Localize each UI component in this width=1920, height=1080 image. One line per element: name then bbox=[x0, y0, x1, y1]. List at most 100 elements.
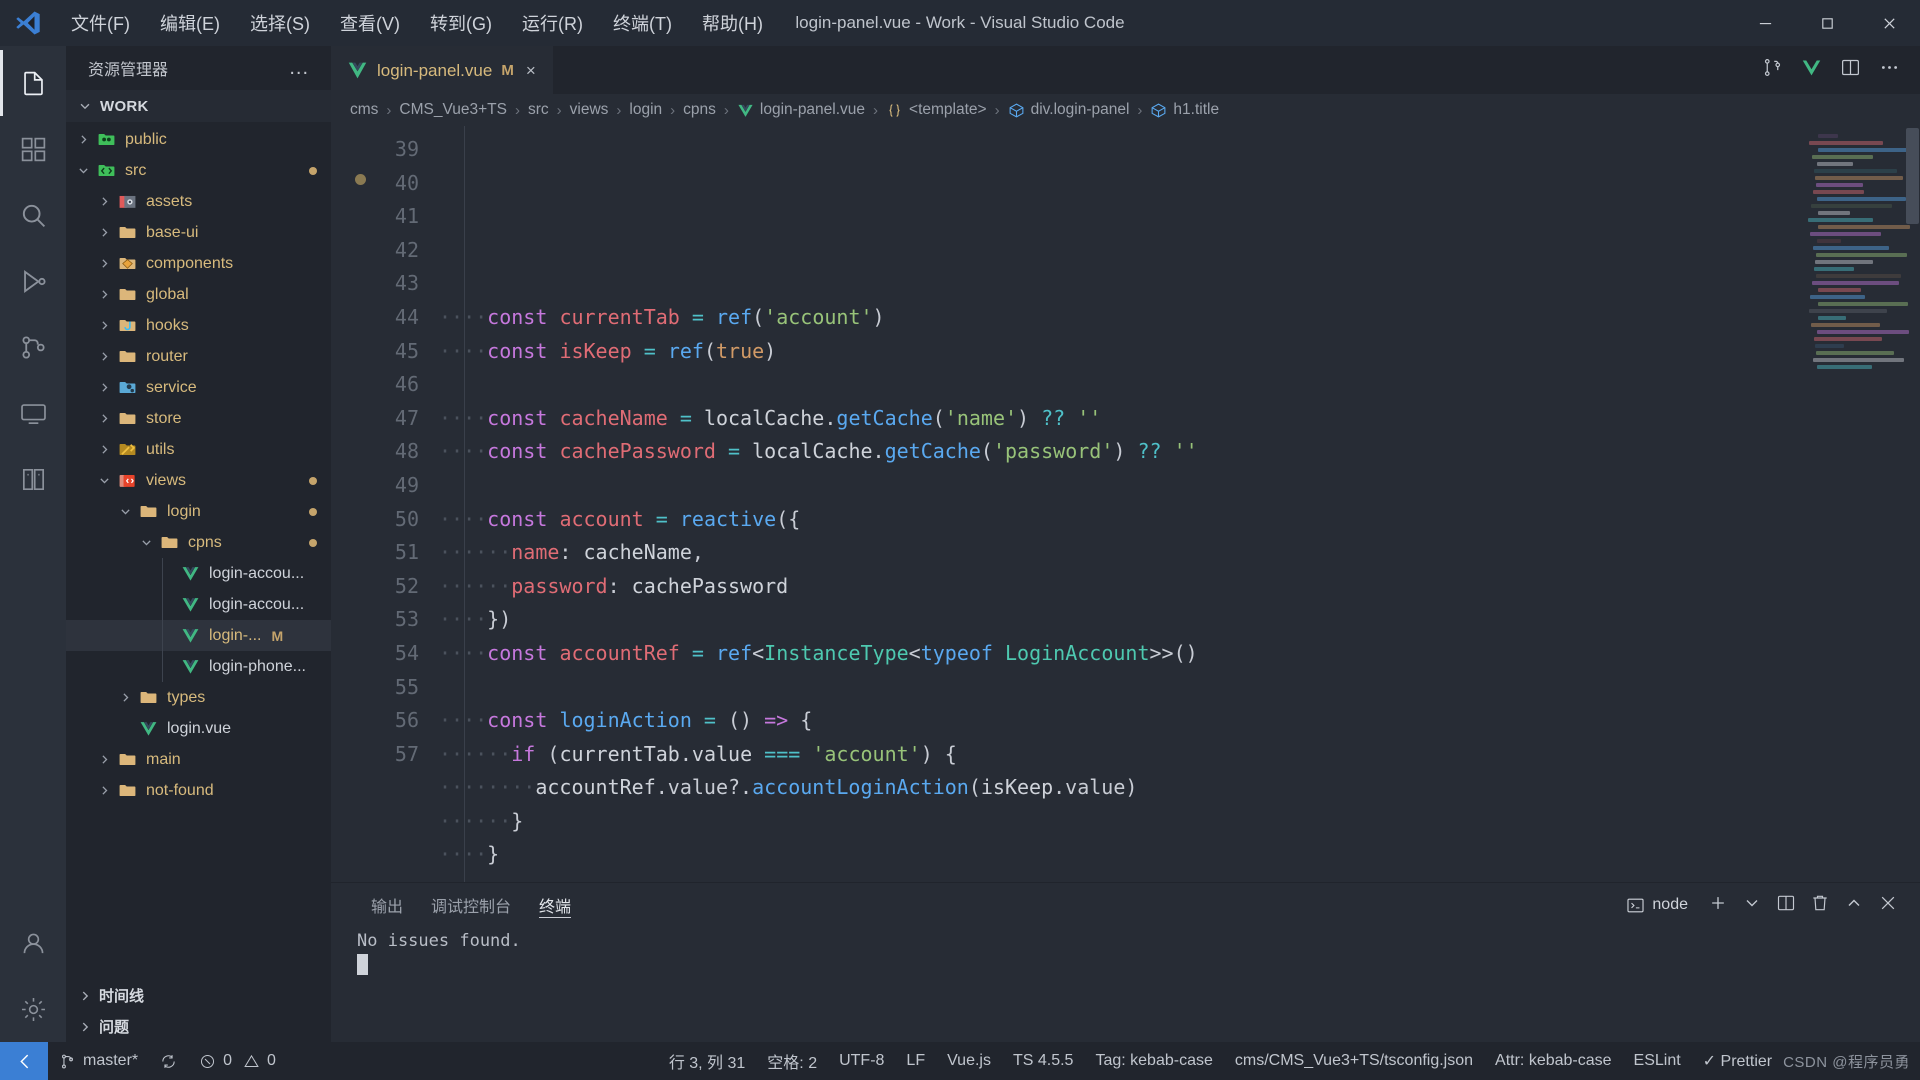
breadcrumb-item[interactable]: views bbox=[567, 101, 612, 119]
menu-bar[interactable]: 文件(F) 编辑(E) 选择(S) 查看(V) 转到(G) 运行(R) 终端(T) 帮助(H) bbox=[56, 6, 778, 40]
close-panel-icon[interactable] bbox=[1878, 893, 1898, 918]
status-sync[interactable] bbox=[149, 1042, 188, 1080]
tree-folder-row[interactable]: not-found bbox=[66, 775, 331, 806]
tab-login-panel-vue[interactable]: login-panel.vue M × bbox=[331, 46, 553, 94]
breadcrumb-item[interactable]: div.login-panel bbox=[1005, 101, 1133, 119]
tree-folder-row[interactable]: views bbox=[66, 465, 331, 496]
menu-edit[interactable]: 编辑(E) bbox=[145, 6, 235, 40]
breadcrumb-item[interactable]: src bbox=[525, 101, 552, 119]
tree-folder-row[interactable]: service bbox=[66, 372, 331, 403]
sidebar-item-source-control[interactable] bbox=[0, 314, 66, 380]
status-bar-right[interactable]: 行 3, 列 31 空格: 2 UTF-8 LF Vue.js TS 4.5.5 Tag: … bbox=[658, 1042, 1920, 1080]
menu-help[interactable]: 帮助(H) bbox=[687, 6, 778, 40]
menu-selection[interactable]: 选择(S) bbox=[235, 6, 325, 40]
menu-run[interactable]: 运行(R) bbox=[507, 6, 598, 40]
panel-tab-output[interactable]: 输出 bbox=[357, 883, 417, 927]
tree-folder-row[interactable]: utils bbox=[66, 434, 331, 465]
terminal-selector[interactable]: node bbox=[1626, 896, 1694, 915]
status-indentation[interactable]: 空格: 2 bbox=[756, 1042, 828, 1080]
status-eol[interactable]: LF bbox=[895, 1042, 936, 1080]
editor-scrollbar[interactable] bbox=[1904, 126, 1920, 882]
tree-folder-row[interactable]: global bbox=[66, 279, 331, 310]
tree-folder-row[interactable]: cpns bbox=[66, 527, 331, 558]
split-editor-icon[interactable] bbox=[1840, 57, 1861, 83]
code-editor[interactable]: 39 40 41 42 43 44 45 46 47 48 49 50 51 52 53 54 55 56 57 ·… bbox=[331, 126, 1920, 882]
sidebar-item-extensions[interactable] bbox=[0, 116, 66, 182]
status-eslint[interactable]: ESLint bbox=[1623, 1042, 1692, 1080]
status-problems[interactable]: 0 0 bbox=[188, 1042, 287, 1080]
close-icon[interactable] bbox=[1858, 0, 1920, 46]
tree-folder-row[interactable]: store bbox=[66, 403, 331, 434]
breadcrumb-item[interactable]: cpns bbox=[680, 101, 719, 119]
tree-folder-row[interactable]: types bbox=[66, 682, 331, 713]
breadcrumb[interactable]: cms › CMS_Vue3+TS › src › views › login › cpns › log… bbox=[331, 94, 1920, 126]
problems-section[interactable]: 问题 bbox=[66, 1011, 331, 1042]
minimize-icon[interactable] bbox=[1734, 0, 1796, 46]
breadcrumb-item[interactable]: h1.title bbox=[1147, 101, 1222, 119]
menu-go[interactable]: 转到(G) bbox=[415, 6, 507, 40]
tree-file-row[interactable]: login-phone... bbox=[66, 651, 331, 682]
tree-folder-row[interactable]: hooks bbox=[66, 310, 331, 341]
new-terminal-icon[interactable] bbox=[1708, 893, 1728, 918]
status-cursor-position[interactable]: 行 3, 列 31 bbox=[658, 1042, 756, 1080]
maximize-icon[interactable] bbox=[1796, 0, 1858, 46]
tree-file-row[interactable]: login-accou... bbox=[66, 589, 331, 620]
status-tsconfig[interactable]: cms/CMS_Vue3+TS/tsconfig.json bbox=[1224, 1042, 1484, 1080]
kill-terminal-icon[interactable] bbox=[1810, 893, 1830, 918]
breadcrumb-item[interactable]: login bbox=[626, 101, 665, 119]
breadcrumb-item[interactable]: login-panel.vue bbox=[734, 101, 868, 119]
minimap[interactable] bbox=[1808, 134, 1910, 882]
sidebar-item-remote-explorer[interactable] bbox=[0, 380, 66, 446]
tree-folder-row[interactable]: login bbox=[66, 496, 331, 527]
line-number: 56 bbox=[394, 708, 419, 733]
more-actions-icon[interactable] bbox=[1879, 57, 1900, 83]
breadcrumb-item[interactable]: CMS_Vue3+TS bbox=[396, 101, 510, 119]
breadcrumb-item[interactable]: <template> bbox=[883, 101, 990, 119]
menu-terminal[interactable]: 终端(T) bbox=[598, 6, 687, 40]
tree-folder-row[interactable]: router bbox=[66, 341, 331, 372]
terminal-output[interactable]: No issues found. bbox=[331, 927, 1920, 1042]
status-typescript-version[interactable]: TS 4.5.5 bbox=[1002, 1042, 1084, 1080]
tree-folder-row[interactable]: src bbox=[66, 155, 331, 186]
sidebar-item-bookmarks[interactable] bbox=[0, 446, 66, 512]
tree-file-row[interactable]: login-... M bbox=[66, 620, 331, 651]
tree-folder-row[interactable]: components bbox=[66, 248, 331, 279]
gear-icon[interactable] bbox=[0, 976, 66, 1042]
status-prettier[interactable]: ✓ Prettier bbox=[1692, 1042, 1783, 1080]
remote-window-icon[interactable] bbox=[0, 1042, 48, 1080]
code-content[interactable]: ····const currentTab = ref('account')···… bbox=[439, 126, 1920, 882]
workspace-root-row[interactable]: WORK bbox=[66, 90, 331, 122]
panel-tab-terminal[interactable]: 终端 bbox=[525, 883, 585, 927]
status-attr-case[interactable]: Attr: kebab-case bbox=[1484, 1042, 1623, 1080]
tree-file-row[interactable]: login-accou... bbox=[66, 558, 331, 589]
tree-folder-row[interactable]: public bbox=[66, 124, 331, 155]
maximize-panel-icon[interactable] bbox=[1844, 893, 1864, 918]
terminal-dropdown-icon[interactable] bbox=[1742, 893, 1762, 918]
tree-folder-row[interactable]: assets bbox=[66, 186, 331, 217]
status-encoding[interactable]: UTF-8 bbox=[828, 1042, 895, 1080]
menu-file[interactable]: 文件(F) bbox=[56, 6, 145, 40]
sidebar-item-run-and-debug[interactable] bbox=[0, 248, 66, 314]
menu-view[interactable]: 查看(V) bbox=[325, 6, 415, 40]
status-language-mode[interactable]: Vue.js bbox=[936, 1042, 1002, 1080]
sidebar-item-search[interactable] bbox=[0, 182, 66, 248]
tree-file-row[interactable]: login.vue bbox=[66, 713, 331, 744]
explorer-more-actions-icon[interactable]: ... bbox=[281, 57, 317, 80]
status-tag-case[interactable]: Tag: kebab-case bbox=[1084, 1042, 1223, 1080]
status-branch[interactable]: master* bbox=[48, 1042, 149, 1080]
file-tree[interactable]: public src assets base-ui components global ho… bbox=[66, 122, 331, 980]
panel-tab-bar[interactable]: 输出 调试控制台 终端 node bbox=[331, 883, 1920, 927]
timeline-section[interactable]: 时间线 bbox=[66, 980, 331, 1011]
tree-folder-row[interactable]: main bbox=[66, 744, 331, 775]
sidebar-item-explorer[interactable] bbox=[0, 50, 66, 116]
vue-run-icon[interactable] bbox=[1801, 57, 1822, 83]
tree-folder-row[interactable]: base-ui bbox=[66, 217, 331, 248]
chevron-right-icon bbox=[93, 784, 115, 797]
split-terminal-icon[interactable] bbox=[1776, 893, 1796, 918]
accounts-icon[interactable] bbox=[0, 910, 66, 976]
tab-close-icon[interactable]: × bbox=[523, 61, 539, 81]
breadcrumb-item[interactable]: cms bbox=[347, 101, 381, 119]
panel-tab-debug-console[interactable]: 调试控制台 bbox=[417, 883, 525, 927]
split-diff-icon[interactable] bbox=[1762, 57, 1783, 83]
minimap-line bbox=[1817, 148, 1910, 152]
